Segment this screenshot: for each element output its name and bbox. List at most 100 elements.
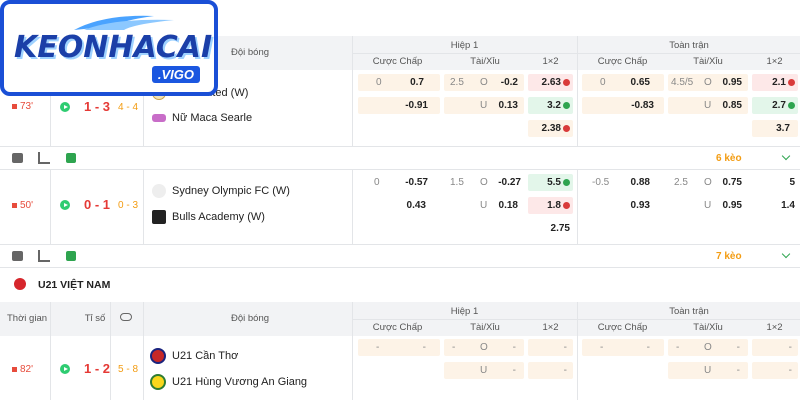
x12-header-ft: 1×2 [766,322,783,333]
odds-cell[interactable]: U- [668,362,748,379]
odds-cell[interactable]: 4.5/5 O 0.95 [668,74,748,91]
odds-cell[interactable]: 1.4 [752,197,798,214]
full-header: Toàn trận [669,306,709,317]
shirt-icon[interactable] [12,153,23,163]
odds-cell[interactable]: 0.93 [582,197,664,214]
odds-cell[interactable]: -0.83 [582,97,664,114]
odds-cell[interactable]: 1.5 O -0.27 [444,174,524,191]
odds-cell[interactable]: U 0.95 [668,197,748,214]
more-odds-link[interactable]: 7 kèo [716,251,742,262]
odds-cell[interactable]: -O- [668,339,748,356]
up-arrow-icon [563,102,570,109]
match-minute: 73' [12,101,33,112]
odds-cell[interactable]: 1.8 [528,197,573,214]
shirt-icon[interactable] [12,251,23,261]
odds-cell[interactable]: -- [358,339,440,356]
handicap-header-ft: Cược Chấp [597,322,648,333]
odds-cell[interactable]: 3.2 [528,97,573,114]
odds-cell[interactable]: - [528,339,573,356]
match-action-bar: 6 kèo [0,146,800,170]
dropdown-icon[interactable] [66,251,76,261]
time-col-header: Thời gian [6,313,48,324]
odds-cell[interactable]: 2.75 [528,220,573,237]
up-arrow-icon [563,179,570,186]
match-minute: 50' [12,200,33,211]
odds-cell[interactable]: 5.5 [528,174,573,191]
x12-header: 1×2 [542,56,559,67]
half-time-score: 5 - 8 [118,364,139,375]
odds-cell[interactable]: 2.1 [752,74,798,91]
home-team[interactable]: Sydney Olympic FC (W) [152,184,290,198]
up-arrow-icon [788,102,795,109]
match-score: 1 - 2 [84,361,111,376]
odds-cell[interactable]: -0.5 0.88 [582,174,664,191]
ou-header-ft: Tài/Xỉu [693,56,723,67]
match-action-bar: 7 kèo [0,244,800,268]
live-play-icon[interactable] [60,364,70,374]
match-score: 1 - 3 [84,99,111,114]
league-name: U21 VIỆT NAM [38,279,111,291]
league-header[interactable]: U21 VIỆT NAM [0,268,800,302]
team-badge-icon [152,184,166,198]
stats-icon[interactable] [38,152,50,164]
team-badge-icon [150,374,166,390]
team-col-header: Đội bóng [230,313,270,324]
odds-cell[interactable]: 2.63 [528,74,573,91]
half-header: Hiệp 1 [450,40,479,51]
ou-header: Tài/Xỉu [470,56,500,67]
ou-header-ft: Tài/Xỉu [693,322,723,333]
logo-domain: .VIGO [151,66,200,83]
more-odds-link[interactable]: 6 kèo [716,153,742,164]
odds-cell[interactable]: -O- [444,339,524,356]
half-time-score: 0 - 3 [118,200,139,211]
team-badge-icon [152,114,166,122]
chevron-down-icon[interactable] [781,249,791,259]
odds-cell[interactable]: -- [582,339,664,356]
half-header: Hiệp 1 [450,306,479,317]
home-team[interactable]: U21 Cần Thơ [150,348,238,364]
odds-cell[interactable]: - [528,362,573,379]
odds-cell[interactable]: 2.5 O -0.2 [444,74,524,91]
odds-cell[interactable]: 0 0.65 [582,74,664,91]
away-team[interactable]: U21 Hùng Vương An Giang [150,374,307,390]
odds-cell[interactable]: 3.7 [752,120,798,137]
handicap-header: Cược Chấp [372,56,423,67]
odds-cell[interactable]: U 0.13 [444,97,524,114]
ou-header: Tài/Xỉu [470,322,500,333]
odds-cell[interactable]: -0.91 [358,97,440,114]
site-logo[interactable]: KEONHACAI .VIGO [0,0,218,96]
gamepad-icon [120,313,132,321]
chevron-down-icon[interactable] [781,151,791,161]
stats-icon[interactable] [38,250,50,262]
logo-text: KEONHACAI [14,30,213,65]
away-team[interactable]: Nữ Maca Searle [152,112,252,124]
score-col-header: Tỉ số [84,313,106,324]
odds-cell[interactable]: U- [444,362,524,379]
vietnam-flag-icon [14,278,26,290]
away-team[interactable]: Bulls Academy (W) [152,210,265,224]
odds-cell[interactable]: - [752,339,798,356]
odds-cell[interactable]: 2.38 [528,120,573,137]
match-row[interactable]: 50' 0 - 1 0 - 3 Sydney Olympic FC (W) Bu… [0,170,800,245]
odds-cell[interactable]: 5 [752,174,798,191]
handicap-header-ft: Cược Chấp [597,56,648,67]
odds-cell[interactable]: U 0.85 [668,97,748,114]
down-arrow-icon [563,202,570,209]
match-score: 0 - 1 [84,197,111,212]
odds-cell[interactable]: 2.7 [752,97,798,114]
dropdown-icon[interactable] [66,153,76,163]
odds-cell[interactable]: 0 0.7 [358,74,440,91]
x12-header-ft: 1×2 [766,56,783,67]
live-play-icon[interactable] [60,200,70,210]
half-time-score: 4 - 4 [118,102,139,113]
odds-cell[interactable]: - [752,362,798,379]
odds-cell[interactable]: U 0.18 [444,197,524,214]
match-row[interactable]: 82' 1 - 2 5 - 8 U21 Cần Thơ U21 Hùng Vươ… [0,336,800,400]
live-play-icon[interactable] [60,102,70,112]
odds-cell[interactable]: 2.5 O 0.75 [668,174,748,191]
odds-cell[interactable]: 0 -0.57 [358,174,440,191]
handicap-header: Cược Chấp [372,322,423,333]
full-header: Toàn trận [669,40,709,51]
wing-icon [74,15,174,30]
odds-cell[interactable]: 0.43 [358,197,440,214]
